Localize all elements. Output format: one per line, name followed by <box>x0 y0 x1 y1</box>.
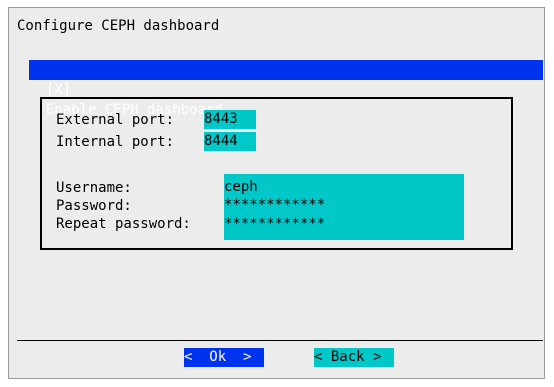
password-label: Password: <box>56 198 132 214</box>
external-port-label: External port: <box>56 112 175 128</box>
repeat-password-input[interactable]: ************ <box>224 216 464 232</box>
ok-button[interactable]: < Ok > <box>184 348 264 367</box>
dialog-title: Configure CEPH dashboard <box>17 18 220 34</box>
password-input[interactable]: ************ <box>224 197 464 213</box>
enable-dashboard-checkbox[interactable]: [X] Enable CEPH dashboard <box>29 60 543 118</box>
username-label: Username: <box>56 180 132 196</box>
repeat-password-label: Repeat password: <box>56 216 191 232</box>
internal-port-input[interactable]: 8444 <box>204 132 256 151</box>
external-port-input[interactable]: 8443 <box>204 110 256 129</box>
username-input[interactable]: ceph <box>224 179 464 195</box>
internal-port-label: Internal port: <box>56 134 175 150</box>
back-button[interactable]: < Back > <box>314 348 394 367</box>
checkbox-mark[interactable]: [X] <box>46 82 71 98</box>
button-divider <box>17 340 543 341</box>
